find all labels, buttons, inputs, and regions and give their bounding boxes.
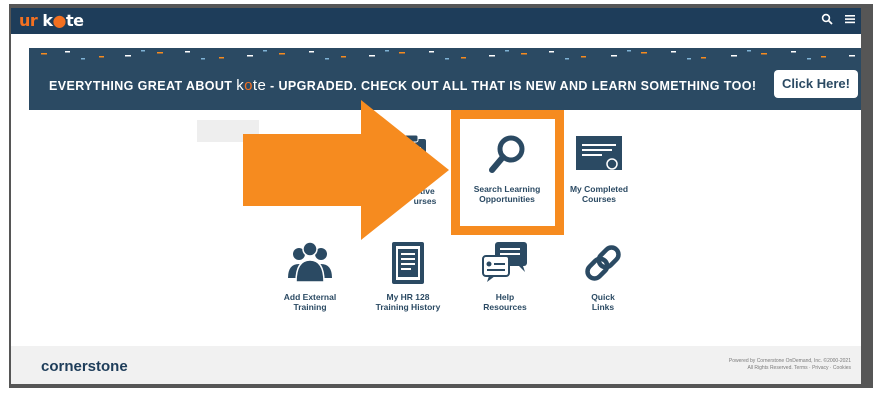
- tile-label-line1: Help: [495, 292, 515, 302]
- banner-message: EVERYTHING GREAT ABOUT kote - UPGRADED. …: [49, 77, 756, 94]
- banner-text-start: EVERYTHING GREAT ABOUT: [49, 79, 237, 93]
- tile-label-line2: Courses: [581, 194, 616, 204]
- tile-completed-courses[interactable]: My Completed Courses: [551, 132, 647, 204]
- chain-link-icon: [585, 245, 621, 281]
- document-icon: [392, 242, 424, 284]
- orange-arrow-icon: [243, 100, 449, 240]
- top-nav-icons: [821, 13, 855, 25]
- tile-quick-links-label: Quick Links: [555, 292, 651, 312]
- tile-label-line1: My HR 128: [386, 292, 430, 302]
- tile-label-line2: Resources: [483, 302, 527, 312]
- tile-quick-links[interactable]: Quick Links: [555, 240, 651, 312]
- tile-label-line2: Training: [293, 302, 327, 312]
- banner-text-end: - UPGRADED. CHECK OUT ALL THAT IS NEW AN…: [266, 79, 757, 93]
- footer: cornerstone Powered by Cornerstone OnDem…: [11, 346, 861, 384]
- tile-label-line1: My Completed: [569, 184, 629, 194]
- tile-help-resources[interactable]: Help Resources: [457, 240, 553, 312]
- legal-line-1: Powered by Cornerstone OnDemand, Inc. ©2…: [728, 358, 851, 364]
- cornerstone-logo: cornerstone: [41, 358, 128, 375]
- banner-kate-a: o: [244, 77, 253, 94]
- people-icon: [288, 241, 332, 283]
- highlight-box: [451, 110, 564, 235]
- tile-hr128-training-history-label: My HR 128 Training History: [360, 292, 456, 312]
- tile-label-line2: Training History: [375, 302, 441, 312]
- top-nav-bar: ur k●te: [11, 8, 861, 34]
- urkate-logo[interactable]: ur k●te: [19, 11, 84, 31]
- app-window: ur k●te EVERYTHING GREAT ABOUT kote - UP…: [11, 8, 861, 384]
- legal-text: Powered by Cornerstone OnDemand, Inc. ©2…: [729, 358, 851, 372]
- tile-label-line1: Add External: [283, 292, 337, 302]
- tile-add-external-training-label: Add External Training: [262, 292, 358, 312]
- logo-dot: ●: [52, 11, 67, 30]
- chat-icon: [482, 242, 527, 282]
- logo-k: k: [42, 11, 53, 30]
- certificate-icon: [576, 136, 622, 170]
- logo-ur: ur: [19, 11, 38, 30]
- tile-help-resources-label: Help Resources: [457, 292, 553, 312]
- menu-icon[interactable]: [845, 14, 855, 24]
- banner-kate-wordmark: kote: [236, 77, 266, 94]
- logo-te: te: [65, 11, 84, 30]
- tile-label-line2: Links: [591, 302, 615, 312]
- tile-label-line1: Quick: [591, 292, 615, 302]
- search-icon[interactable]: [821, 13, 833, 25]
- tile-add-external-training[interactable]: Add External Training: [262, 240, 358, 312]
- legal-line-2[interactable]: All Rights Reserved. Terms · Privacy · C…: [747, 365, 851, 371]
- confetti-decoration: [41, 50, 855, 60]
- click-here-button[interactable]: Click Here!: [774, 70, 858, 98]
- banner-kate-k: k: [236, 77, 245, 94]
- tile-hr128-training-history[interactable]: My HR 128 Training History: [360, 240, 456, 312]
- tile-completed-courses-label: My Completed Courses: [551, 184, 647, 204]
- banner-kate-te: te: [252, 77, 267, 94]
